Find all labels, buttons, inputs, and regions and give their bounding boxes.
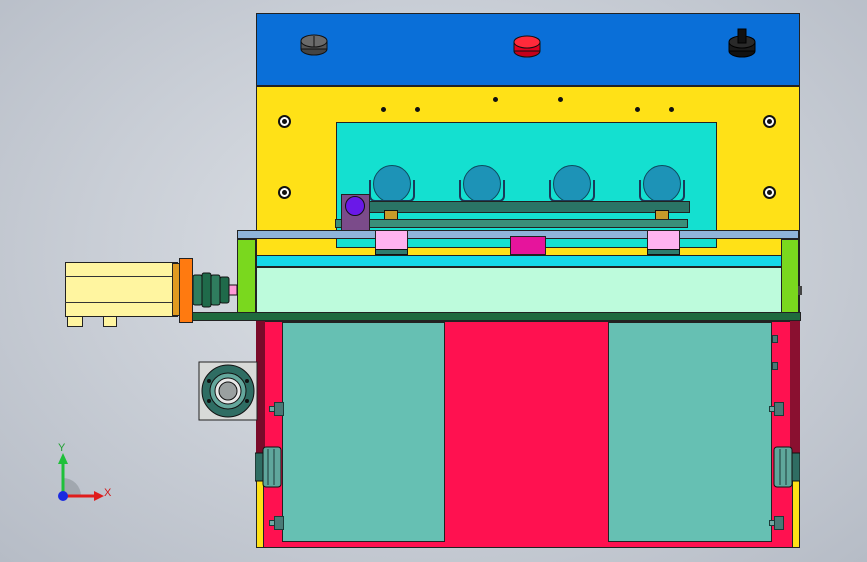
- slider-block-center[interactable]: [510, 236, 546, 255]
- end-plate-left[interactable]: [237, 239, 256, 313]
- panel-bolt: [769, 516, 784, 530]
- base-yellow-strip-right: [792, 480, 800, 548]
- cylinder-icon: [345, 196, 365, 216]
- base-yellow-strip-left: [256, 480, 264, 548]
- motor-fin: [65, 276, 178, 277]
- panel-bolt: [269, 402, 284, 416]
- roller-carrier-bar[interactable]: [367, 201, 690, 213]
- coupling-icon[interactable]: [192, 271, 239, 309]
- shaft-end-right-icon[interactable]: [772, 445, 801, 489]
- triad-y-label: Y: [58, 442, 66, 454]
- end-plate-bolt: [798, 286, 802, 295]
- lower-carrier-bar[interactable]: [335, 219, 688, 228]
- slider-block-right[interactable]: [647, 230, 680, 250]
- black-selector-switch-icon[interactable]: [727, 27, 757, 59]
- screw-dot: [381, 107, 386, 112]
- motor-foot: [67, 316, 83, 327]
- motor-flange-plate[interactable]: [179, 258, 193, 323]
- roller-clamp: [639, 180, 685, 202]
- side-panel-left[interactable]: [282, 322, 445, 542]
- mounting-hole: [763, 115, 776, 128]
- triad-x-label: X: [104, 487, 112, 499]
- shaft-end-left-icon[interactable]: [254, 445, 283, 489]
- screw-dot: [493, 97, 498, 102]
- cad-viewport[interactable]: [0, 0, 867, 562]
- mounting-hole: [278, 186, 291, 199]
- screw-dot: [635, 107, 640, 112]
- roller-clamp: [369, 180, 415, 202]
- panel-bolt-small: [772, 335, 778, 343]
- roller-clamp: [549, 180, 595, 202]
- panel-bolt: [769, 402, 784, 416]
- end-plate-right[interactable]: [781, 239, 799, 313]
- slider-block-left[interactable]: [375, 230, 408, 250]
- conveyor-bed[interactable]: [256, 267, 782, 313]
- red-push-button-icon[interactable]: [512, 33, 542, 59]
- conveyor-top-strip[interactable]: [256, 255, 782, 267]
- roller-clamp: [459, 180, 505, 202]
- mounting-hole: [763, 186, 776, 199]
- panel-bolt: [269, 516, 284, 530]
- coordinate-triad[interactable]: Y X: [48, 440, 118, 510]
- screw-dot: [415, 107, 420, 112]
- grey-push-button-icon[interactable]: [299, 33, 329, 57]
- bearing-housing-icon[interactable]: [198, 361, 258, 421]
- side-panel-right[interactable]: [608, 322, 772, 542]
- screw-dot: [669, 107, 674, 112]
- base-bar[interactable]: [189, 312, 801, 321]
- motor-foot: [103, 316, 117, 327]
- motor-body[interactable]: [65, 262, 178, 317]
- panel-bolt-small: [772, 362, 778, 370]
- screw-dot: [558, 97, 563, 102]
- motor-fin: [65, 302, 178, 303]
- mounting-hole: [278, 115, 291, 128]
